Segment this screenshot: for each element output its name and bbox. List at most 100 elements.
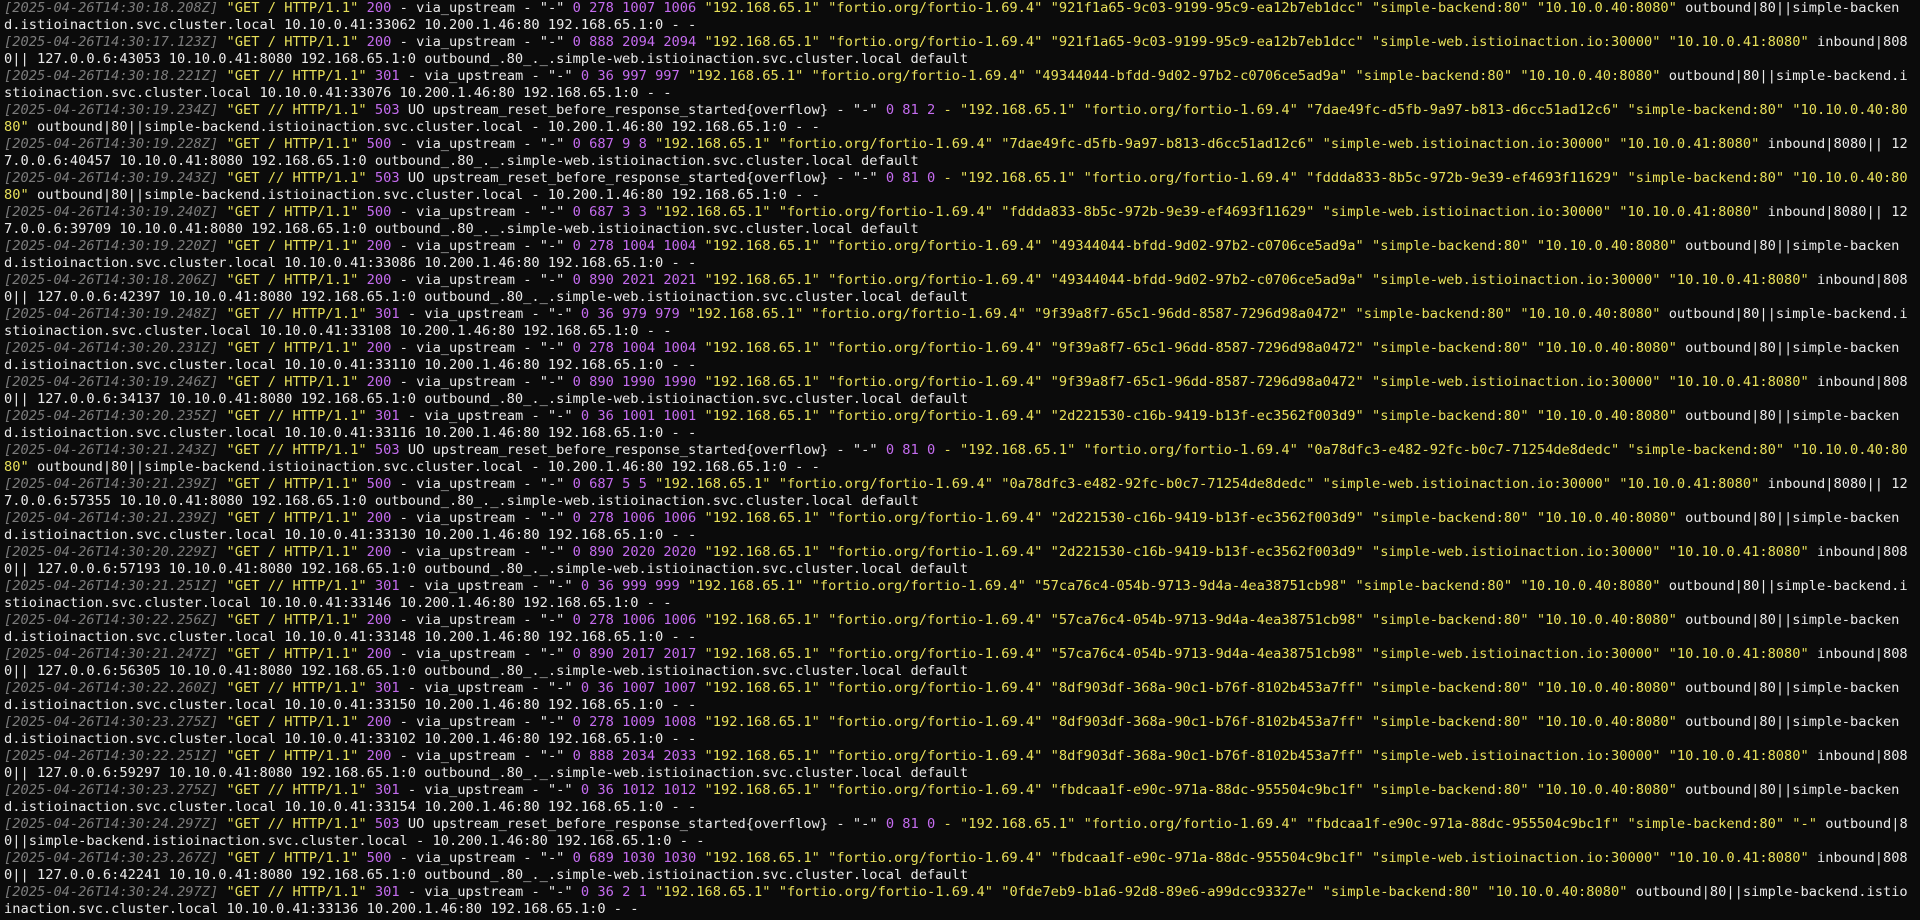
log-sizes: 0 890 2021 2021 [572,272,697,288]
log-flags: UO upstream_reset_before_response_starte… [407,170,878,186]
log-status-code: 200 [366,340,392,356]
log-timestamp: [2025-04-26T14:30:21.239Z] [4,510,219,526]
log-flags: - via_upstream - "-" [399,544,565,560]
log-sizes: 0 278 1004 1004 [572,340,697,356]
log-timestamp: [2025-04-26T14:30:23.267Z] [4,850,219,866]
log-quoted-fields: "192.168.65.1" "fortio.org/fortio-1.69.4… [704,272,1809,288]
log-quoted-fields: "192.168.65.1" "fortio.org/fortio-1.69.4… [704,680,1677,696]
log-flags: - via_upstream - "-" [399,374,565,390]
log-quoted-fields: "192.168.65.1" "fortio.org/fortio-1.69.4… [704,714,1677,730]
log-flags: - via_upstream - "-" [399,340,565,356]
log-quoted-fields: "192.168.65.1" "fortio.org/fortio-1.69.4… [704,0,1677,16]
log-sizes: 0 36 999 999 [580,578,680,594]
log-status-code: 200 [366,0,392,16]
log-line: [2025-04-26T14:30:22.251Z] "GET / HTTP/1… [4,748,1910,782]
log-timestamp: [2025-04-26T14:30:19.246Z] [4,374,219,390]
log-timestamp: [2025-04-26T14:30:20.235Z] [4,408,219,424]
log-quoted-fields: "192.168.65.1" "fortio.org/fortio-1.69.4… [655,476,1760,492]
log-timestamp: [2025-04-26T14:30:21.247Z] [4,646,219,662]
log-quoted-fields: "192.168.65.1" "fortio.org/fortio-1.69.4… [704,374,1809,390]
log-timestamp: [2025-04-26T14:30:24.297Z] [4,884,219,900]
log-timestamp: [2025-04-26T14:30:18.208Z] [4,0,219,16]
log-timestamp: [2025-04-26T14:30:23.275Z] [4,714,219,730]
log-request: "GET / HTTP/1.1" [226,0,359,16]
log-status-code: 200 [366,646,392,662]
log-status-code: 200 [366,34,392,50]
log-quoted-fields: "192.168.65.1" "fortio.org/fortio-1.69.4… [704,340,1677,356]
log-request: "GET // HTTP/1.1" [226,884,367,900]
log-flags: - via_upstream - "-" [407,782,573,798]
log-line: [2025-04-26T14:30:24.297Z] "GET // HTTP/… [4,884,1910,918]
log-sizes: 0 687 3 3 [572,204,647,220]
log-status-code: 200 [366,612,392,628]
log-upstream-info: outbound|80||simple-backend.istioinactio… [36,119,820,135]
log-upstream-info: outbound|80||simple-backend.istioinactio… [36,459,820,475]
log-status-code: 503 [374,170,400,186]
log-line: [2025-04-26T14:30:23.267Z] "GET / HTTP/1… [4,850,1910,884]
log-line: [2025-04-26T14:30:22.256Z] "GET / HTTP/1… [4,612,1910,646]
log-status-code: 301 [374,782,400,798]
log-flags: - via_upstream - "-" [399,0,565,16]
log-quoted-fields: "192.168.65.1" "fortio.org/fortio-1.69.4… [655,204,1760,220]
log-flags: - via_upstream - "-" [407,408,573,424]
log-timestamp: [2025-04-26T14:30:22.260Z] [4,680,219,696]
log-quoted-fields: "192.168.65.1" "fortio.org/fortio-1.69.4… [688,68,1661,84]
log-line: [2025-04-26T14:30:24.297Z] "GET // HTTP/… [4,816,1910,850]
log-sizes: 0 687 5 5 [572,476,647,492]
log-line: [2025-04-26T14:30:21.239Z] "GET / HTTP/1… [4,476,1910,510]
log-flags: - via_upstream - "-" [399,850,565,866]
log-sizes: 0 687 9 8 [572,136,647,152]
log-timestamp: [2025-04-26T14:30:21.239Z] [4,476,219,492]
log-request: "GET / HTTP/1.1" [226,34,359,50]
log-quoted-fields: "192.168.65.1" "fortio.org/fortio-1.69.4… [704,34,1809,50]
log-line: [2025-04-26T14:30:21.251Z] "GET // HTTP/… [4,578,1910,612]
log-status-code: 500 [366,850,392,866]
log-line: [2025-04-26T14:30:21.243Z] "GET // HTTP/… [4,442,1910,476]
log-timestamp: [2025-04-26T14:30:18.206Z] [4,272,219,288]
log-flags: - via_upstream - "-" [399,510,565,526]
log-flags: - via_upstream - "-" [399,34,565,50]
log-sizes: 0 890 1990 1990 [572,374,697,390]
log-sizes: 0 36 1001 1001 [580,408,697,424]
log-request: "GET // HTTP/1.1" [226,68,367,84]
log-flags: UO upstream_reset_before_response_starte… [407,102,878,118]
log-quoted-fields: "192.168.65.1" "fortio.org/fortio-1.69.4… [704,408,1677,424]
log-timestamp: [2025-04-26T14:30:18.221Z] [4,68,219,84]
log-request: "GET / HTTP/1.1" [226,748,359,764]
log-request: "GET / HTTP/1.1" [226,476,359,492]
log-request: "GET / HTTP/1.1" [226,510,359,526]
log-request: "GET / HTTP/1.1" [226,850,359,866]
log-quoted-fields: - "192.168.65.1" "fortio.org/fortio-1.69… [943,816,1818,832]
log-flags: - via_upstream - "-" [407,306,573,322]
log-line: [2025-04-26T14:30:19.248Z] "GET // HTTP/… [4,306,1910,340]
log-flags: - via_upstream - "-" [399,136,565,152]
log-quoted-fields: "192.168.65.1" "fortio.org/fortio-1.69.4… [704,510,1677,526]
log-quoted-fields: "192.168.65.1" "fortio.org/fortio-1.69.4… [655,136,1760,152]
log-quoted-fields: "192.168.65.1" "fortio.org/fortio-1.69.4… [704,850,1809,866]
log-sizes: 0 36 979 979 [580,306,680,322]
log-flags: UO upstream_reset_before_response_starte… [407,442,878,458]
log-timestamp: [2025-04-26T14:30:19.248Z] [4,306,219,322]
log-quoted-fields: "192.168.65.1" "fortio.org/fortio-1.69.4… [704,544,1809,560]
log-line: [2025-04-26T14:30:20.229Z] "GET / HTTP/1… [4,544,1910,578]
log-quoted-fields: "192.168.65.1" "fortio.org/fortio-1.69.4… [704,748,1809,764]
log-timestamp: [2025-04-26T14:30:19.240Z] [4,204,219,220]
log-upstream-info: outbound|80||simple-backend.istioinactio… [36,187,820,203]
log-flags: - via_upstream - "-" [407,578,573,594]
log-status-code: 503 [374,442,400,458]
log-line: [2025-04-26T14:30:18.221Z] "GET // HTTP/… [4,68,1910,102]
log-flags: - via_upstream - "-" [399,272,565,288]
log-request: "GET // HTTP/1.1" [226,816,367,832]
log-status-code: 500 [366,476,392,492]
log-request: "GET / HTTP/1.1" [226,238,359,254]
log-request: "GET / HTTP/1.1" [226,544,359,560]
terminal-output[interactable]: [2025-04-26T14:30:18.208Z] "GET / HTTP/1… [0,0,1920,920]
log-request: "GET / HTTP/1.1" [226,136,359,152]
log-status-code: 200 [366,714,392,730]
log-timestamp: [2025-04-26T14:30:21.243Z] [4,442,219,458]
log-request: "GET // HTTP/1.1" [226,170,367,186]
log-timestamp: [2025-04-26T14:30:20.231Z] [4,340,219,356]
log-sizes: 0 81 0 [885,170,936,186]
log-status-code: 301 [374,680,400,696]
log-status-code: 500 [366,136,392,152]
